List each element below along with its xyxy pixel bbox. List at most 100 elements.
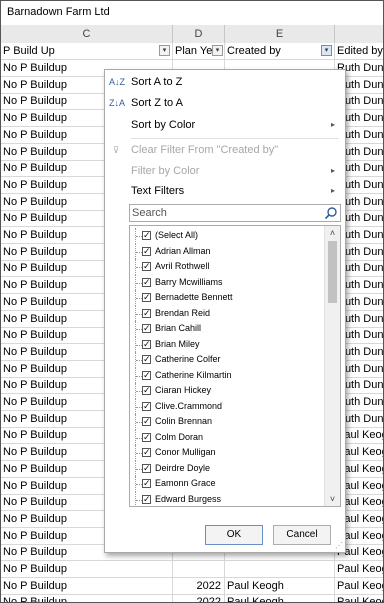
filter-list-item[interactable]: ✓ Conor Mulligan <box>130 445 320 461</box>
checkbox-checked-icon[interactable]: ✓ <box>142 463 151 473</box>
table-cell[interactable] <box>173 561 225 577</box>
title-bar: Barnadown Farm Ltd <box>1 1 383 26</box>
scroll-up-arrow-icon[interactable]: ˄ <box>325 226 340 240</box>
filter-list-item[interactable]: ✓ Eamonn Grace <box>130 476 320 492</box>
checkbox-checked-icon[interactable]: ✓ <box>142 417 151 426</box>
filter-dropdown-button[interactable]: ▾ <box>212 45 223 56</box>
filter-item-label: Ciaran Hickey <box>155 385 212 395</box>
submenu-arrow-icon: ▸ <box>330 186 335 195</box>
table-cell[interactable]: No P Buildup <box>1 561 173 577</box>
checkbox-checked-icon[interactable]: ✓ <box>142 401 151 411</box>
submenu-arrow-icon: ▸ <box>330 120 335 129</box>
menu-divider <box>131 138 339 139</box>
table-cell[interactable]: Paul Keog <box>335 561 383 577</box>
checkbox-checked-icon[interactable]: ✓ <box>142 293 151 302</box>
filter-item-label: Conor Mulligan <box>155 447 216 457</box>
column-headers: C D E <box>1 25 383 44</box>
checkbox-checked-icon[interactable]: ✓ <box>142 308 151 318</box>
checkbox-checked-icon[interactable]: ✓ <box>142 324 151 333</box>
table-cell[interactable]: 2022 <box>173 577 225 594</box>
filter-list-item[interactable]: ✓ Catherine Colfer <box>130 352 320 368</box>
checkbox-checked-icon[interactable]: ✓ <box>142 246 151 256</box>
checkbox-checked-icon[interactable]: ✓ <box>142 277 151 287</box>
filter-list-item[interactable]: ✓ Brendan Reid <box>130 305 320 321</box>
filter-item-label: Colin Brennan <box>155 416 213 426</box>
table-cell[interactable]: Paul Keog <box>335 594 383 602</box>
menu-item-text-filters[interactable]: Text Filters ▸ <box>105 181 343 201</box>
list-scrollbar[interactable]: ˄ ˅ <box>324 226 340 506</box>
header-cell-edited-by[interactable]: Edited by <box>335 43 383 59</box>
menu-item-sort-by-color[interactable]: Sort by Color ▸ <box>105 115 343 135</box>
menu-item-sort-a-to-z[interactable]: A↓Z Sort A to Z <box>105 72 343 92</box>
column-header-d[interactable]: D <box>173 25 225 43</box>
menu-item-sort-z-to-a[interactable]: Z↓A Sort Z to A <box>105 93 343 113</box>
cancel-button[interactable]: Cancel <box>273 525 331 545</box>
table-cell[interactable]: 2022 <box>173 594 225 602</box>
scroll-down-arrow-icon[interactable]: ˅ <box>325 492 340 506</box>
filter-item-label: Avril Rothwell <box>155 261 210 271</box>
checkbox-checked-icon[interactable]: ✓ <box>142 262 151 271</box>
filter-list-item[interactable]: ✓ Brian Cahill <box>130 321 320 337</box>
filter-dropdown-button-active[interactable]: ▾ <box>321 45 332 56</box>
search-input[interactable] <box>132 206 318 220</box>
checkbox-checked-icon[interactable]: ✓ <box>142 339 151 349</box>
table-cell[interactable]: No P Buildup <box>1 577 173 594</box>
filter-dropdown-button[interactable]: ▾ <box>159 45 170 56</box>
table-cell[interactable]: Paul Keogh <box>225 577 335 594</box>
sort-descending-icon: Z↓A <box>109 98 126 108</box>
filter-list-item[interactable]: ✓ Clive.Crammond <box>130 398 320 414</box>
checkbox-checked-icon[interactable]: ✓ <box>142 479 151 488</box>
checkbox-checked-icon[interactable]: ✓ <box>142 386 151 395</box>
header-cell-plan-year[interactable]: Plan Ye ▾ <box>173 43 225 59</box>
filter-list-item[interactable]: ✓ Avril Rothwell <box>130 259 320 275</box>
menu-item-filter-by-color: Filter by Color ▸ <box>105 161 343 181</box>
filter-item-label: Catherine Colfer <box>155 354 221 364</box>
filter-list-item[interactable]: ✓ Colm Doran <box>130 429 320 445</box>
checkbox-checked-icon[interactable]: ✓ <box>142 231 151 240</box>
table-cell[interactable]: No P Buildup <box>1 594 173 602</box>
checkbox-checked-icon[interactable]: ✓ <box>142 355 151 364</box>
table-cell[interactable]: Paul Keog <box>335 578 383 594</box>
menu-item-clear-filter: ⊽ Clear Filter From "Created by" <box>105 140 343 160</box>
submenu-arrow-icon: ▸ <box>330 166 335 175</box>
filter-item-label: Bernadette Bennett <box>155 292 233 302</box>
filter-item-label: (Select All) <box>155 230 199 240</box>
filter-item-label: Adrian Allman <box>155 245 211 256</box>
table-cell[interactable]: Paul Keogh <box>225 594 335 602</box>
checkbox-checked-icon[interactable]: ✓ <box>142 448 151 457</box>
filter-search-box[interactable] <box>129 204 341 222</box>
filter-list-item[interactable]: ✓ Deirdre Doyle <box>130 460 320 476</box>
checkbox-checked-icon[interactable]: ✓ <box>142 494 151 504</box>
search-icon <box>324 207 337 220</box>
filter-item-label: Barry Mcwilliams <box>155 276 223 287</box>
excel-window: Barnadown Farm Ltd C D E P Build Up ▾ Pl… <box>0 0 384 603</box>
table-cell[interactable] <box>225 561 335 577</box>
filter-item-label: Colm Doran <box>155 431 204 442</box>
filter-list-item[interactable]: ✓ Bernadette Bennett <box>130 290 320 306</box>
filter-list-item[interactable]: ✓ Brian Miley <box>130 336 320 352</box>
window-title: Barnadown Farm Ltd <box>7 6 110 18</box>
checkbox-checked-icon[interactable]: ✓ <box>142 432 151 442</box>
ok-button[interactable]: OK <box>205 525 263 545</box>
column-header-e[interactable]: E <box>225 25 335 43</box>
column-header-f[interactable] <box>335 25 383 43</box>
table-row: No P Buildup 2022 Paul Keogh Paul Keog <box>1 594 383 602</box>
column-header-c[interactable]: C <box>1 25 173 43</box>
resize-grip-icon[interactable]: ⋰ <box>335 541 343 550</box>
header-row: P Build Up ▾ Plan Ye ▾ Created by ▾ Edit… <box>1 43 383 60</box>
filter-list-item[interactable]: ✓ Ciaran Hickey <box>130 383 320 399</box>
clear-filter-icon: ⊽ <box>112 145 120 155</box>
header-cell-p-build-up[interactable]: P Build Up ▾ <box>1 43 173 59</box>
header-cell-created-by[interactable]: Created by ▾ <box>225 43 335 59</box>
scrollbar-thumb[interactable] <box>328 241 337 303</box>
filter-list-item[interactable]: ✓ (Select All) <box>130 228 320 244</box>
checkbox-checked-icon[interactable]: ✓ <box>142 370 151 380</box>
filter-item-label: Catherine Kilmartin <box>155 369 232 380</box>
table-row: No P Buildup Paul Keog <box>1 561 383 578</box>
filter-list-item[interactable]: ✓ Barry Mcwilliams <box>130 274 320 290</box>
filter-item-label: Brian Cahill <box>155 323 202 333</box>
filter-list-item[interactable]: ✓ Catherine Kilmartin <box>130 367 320 383</box>
filter-list-item[interactable]: ✓ Colin Brennan <box>130 414 320 430</box>
filter-list-item[interactable]: ✓ Edward Burgess <box>130 491 320 506</box>
filter-list-item[interactable]: ✓ Adrian Allman <box>130 243 320 259</box>
